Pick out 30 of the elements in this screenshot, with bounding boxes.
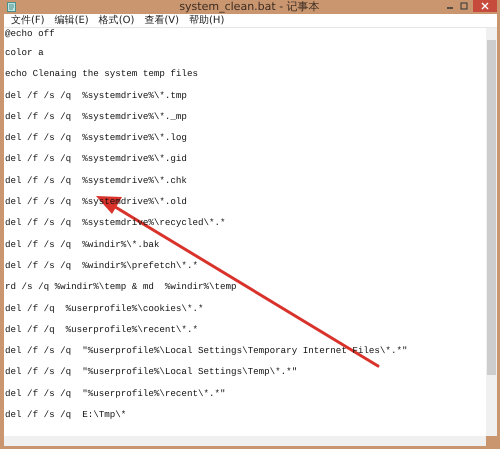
code-line: del /f /s /q %systemdrive%\*.gid [5, 152, 188, 166]
code-line: del /f /s /q %systemdrive%\*.tmp [5, 88, 188, 103]
close-button[interactable] [473, 0, 497, 12]
horizontal-scrollbar[interactable] [4, 436, 486, 446]
code-line: del /f /s /q %systemdrive%\*.chk [5, 174, 188, 188]
menu-item[interactable]: 格式(O) [94, 14, 140, 26]
code-line: del /f /s /q E:\Tmp\* [5, 408, 128, 422]
code-line: del /f /s /q %windir%\prefetch\*.* [5, 258, 199, 273]
code-line: @echo off [5, 27, 56, 41]
close-icon [481, 2, 489, 10]
code-line: del /f /s /q %systemdrive%\*.log [5, 131, 188, 146]
menu-item[interactable]: 查看(V) [139, 14, 184, 26]
code-line: color a [5, 46, 45, 60]
menu-item[interactable]: 文件(F) [6, 14, 50, 26]
window-title: system_clean.bat - 记事本 [178, 0, 321, 14]
code-line: rd /s /q %windir%\temp & md %windir%\temp [5, 280, 238, 294]
notepad-icon [7, 2, 16, 12]
code-line: del /f /s /q "%userprofile%\Local Settings\Temporary Internet Files\*.*" [5, 344, 408, 358]
code-line: del /f /q %userprofile%\cookies\*.* [5, 302, 204, 316]
code-line: del /f /s /q "%userprofile%\Local Settings\Temp\*.*" [5, 365, 298, 380]
menu-item[interactable]: 帮助(H) [184, 14, 230, 26]
code-line: del /f /q %userprofile%\recent\*.* [5, 322, 199, 337]
maximize-icon [460, 2, 468, 10]
scrollbar-thumb[interactable] [487, 40, 496, 375]
menu-item[interactable]: 编辑(E) [50, 14, 94, 26]
code-line: echo Clenaing the system temp files [5, 67, 199, 82]
code-line: del /f /s /q "%userprofile%\recent\*.*" [5, 386, 227, 401]
code-line: del /f /s /q %windir%\*.bak [5, 238, 160, 252]
code-line: del /f /s /q %systemdrive%\*._mp [5, 110, 188, 124]
vertical-scrollbar[interactable] [486, 28, 497, 436]
